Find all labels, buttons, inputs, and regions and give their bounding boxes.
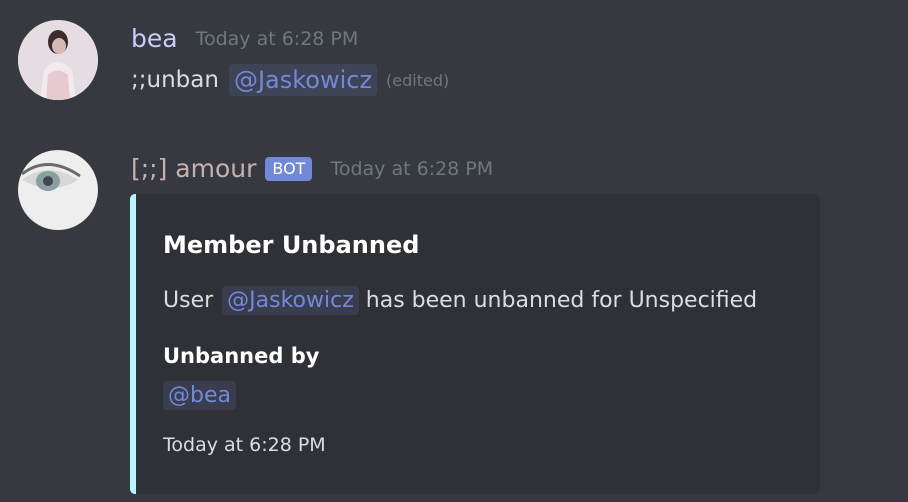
username-bea[interactable]: bea (131, 24, 178, 53)
bot-avatar-amour[interactable] (18, 150, 98, 230)
embed-card: Member Unbanned User @Jaskowicz has been… (130, 194, 820, 494)
message-timestamp: Today at 6:28 PM (330, 157, 494, 180)
embed-field-value: @bea (163, 381, 236, 410)
message-timestamp: Today at 6:28 PM (195, 27, 359, 50)
embed-description: User @Jaskowicz has been unbanned for Un… (163, 286, 757, 315)
avatar-eye-icon (18, 150, 98, 230)
embed-field-name: Unbanned by (163, 344, 320, 368)
embed-title: Member Unbanned (163, 231, 420, 259)
user-mention[interactable]: @Jaskowicz (222, 286, 359, 315)
message-content: ;;unban @Jaskowicz (edited) (131, 64, 449, 96)
embed-description-suffix: has been unbanned for Unspecified (365, 288, 758, 313)
user-mention[interactable]: @bea (163, 381, 236, 410)
username-amour[interactable]: [;;] amour (131, 154, 256, 183)
command-text: ;;unban (131, 67, 219, 93)
user-avatar-bea[interactable] (18, 20, 98, 100)
bot-badge: BOT (265, 156, 313, 181)
embed-footer: Today at 6:28 PM (163, 434, 326, 456)
embed-description-prefix: User (163, 288, 214, 313)
edited-label: (edited) (386, 70, 450, 90)
user-mention[interactable]: @Jaskowicz (228, 64, 378, 96)
avatar-photo-icon (18, 20, 98, 100)
